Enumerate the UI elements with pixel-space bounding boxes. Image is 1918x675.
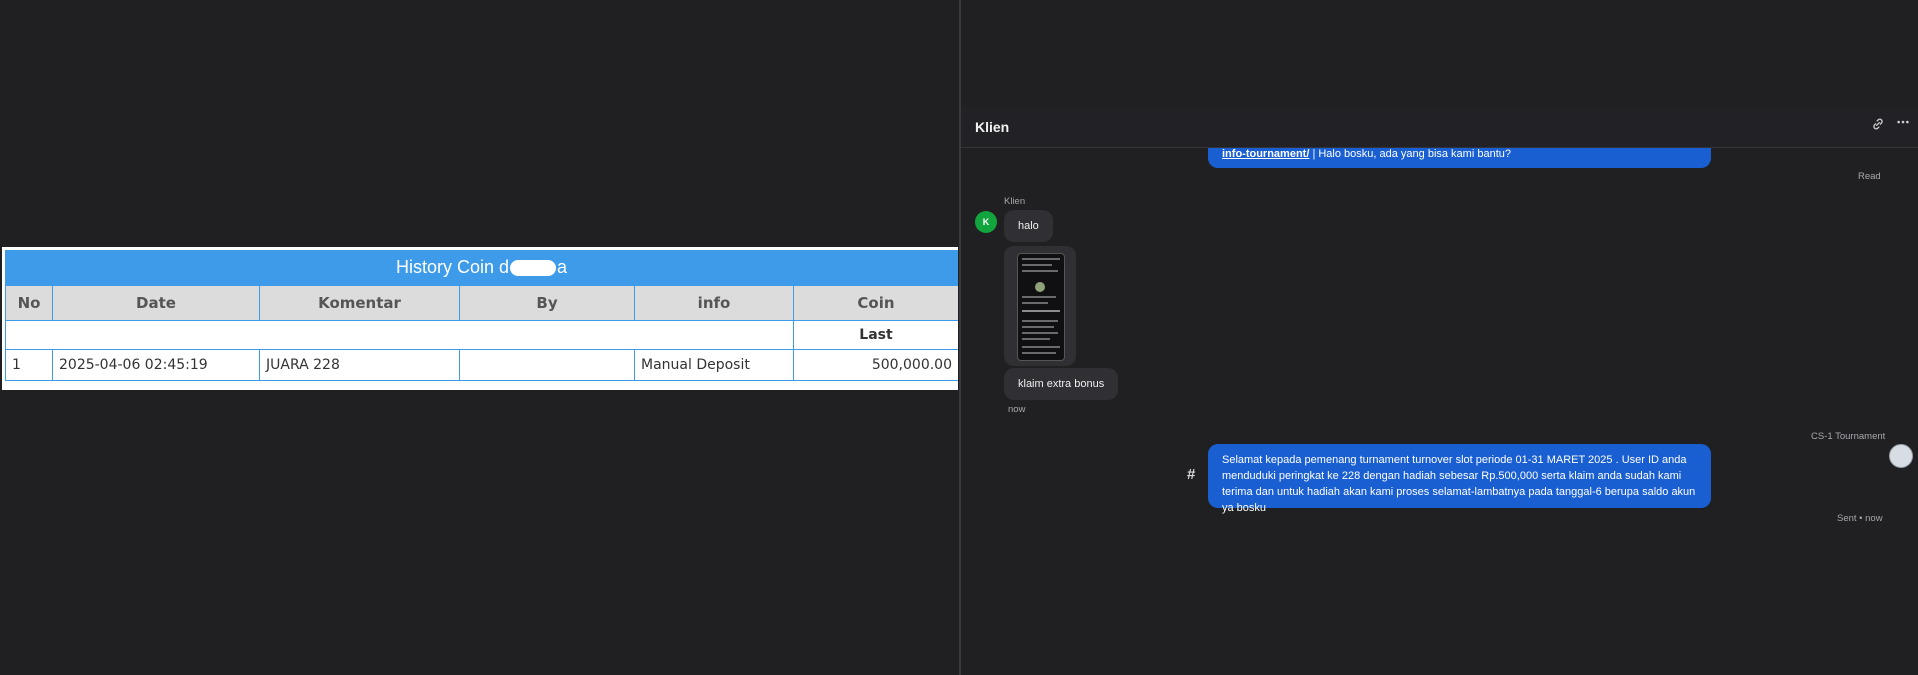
- history-title-suffix: a: [557, 257, 568, 277]
- col-coin[interactable]: Coin: [793, 285, 958, 321]
- message-time: now: [1008, 404, 1026, 415]
- chat-title: Klien: [975, 119, 1010, 135]
- message-status: Read: [1858, 171, 1881, 182]
- message-status: Sent • now: [1837, 513, 1883, 524]
- message-in-klaim: klaim extra bonus: [1004, 368, 1119, 400]
- cell-coin: 500,000.00: [793, 349, 958, 381]
- avatar-letter: K: [982, 217, 990, 227]
- message-text: klaim extra bonus: [1018, 378, 1105, 390]
- subheader-last: Last: [793, 320, 958, 350]
- chat-pane: Klien info-tournament/ | Halo bosku, ada…: [961, 0, 1918, 675]
- history-coin-panel: History Coin d a No Date Komentar By info…: [2, 247, 958, 390]
- avatar: K: [975, 211, 997, 233]
- message-in-halo: halo: [1004, 210, 1053, 242]
- cell-komentar: JUARA 228: [259, 349, 460, 381]
- history-title: History Coin d a: [5, 250, 958, 285]
- col-info[interactable]: info: [634, 285, 794, 321]
- history-title-prefix: History Coin d: [395, 257, 510, 277]
- cell-by: [459, 349, 635, 381]
- history-pane: History Coin d a No Date Komentar By info…: [0, 0, 959, 675]
- chat-top-area: [961, 0, 1918, 108]
- table-subheader-row: Last: [5, 320, 958, 350]
- cell-info: Manual Deposit: [634, 349, 794, 381]
- chat-messages[interactable]: info-tournament/ | Halo bosku, ada yang …: [961, 148, 1918, 675]
- cell-date: 2025-04-06 02:45:19: [52, 349, 260, 381]
- message-text: Selamat kepada pemenang turnament turnov…: [1222, 454, 1696, 514]
- link-icon[interactable]: [1871, 117, 1885, 135]
- sender-name: Klien: [1004, 196, 1026, 207]
- history-table: No Date Komentar By info Coin Last 1 202…: [5, 285, 958, 381]
- avatar: [1889, 444, 1913, 468]
- chat-header: Klien: [961, 107, 1918, 148]
- message-text: | Halo bosku, ada yang bisa kami bantu?: [1309, 148, 1511, 160]
- table-header-row: No Date Komentar By info Coin: [5, 285, 958, 321]
- tournament-link[interactable]: info-tournament/: [1222, 148, 1309, 160]
- cell-no: 1: [5, 349, 53, 381]
- sender-name: CS-1 Tournament: [1811, 431, 1886, 442]
- redaction-mark: [510, 259, 557, 276]
- image-attachment[interactable]: [1004, 246, 1076, 366]
- hash-icon[interactable]: #: [1187, 466, 1195, 483]
- col-date[interactable]: Date: [52, 285, 260, 321]
- message-out-selamat: Selamat kepada pemenang turnament turnov…: [1208, 444, 1711, 514]
- subheader-empty: [5, 320, 794, 350]
- col-komentar[interactable]: Komentar: [259, 285, 460, 321]
- col-no[interactable]: No: [5, 285, 53, 321]
- message-out-previous: info-tournament/ | Halo bosku, ada yang …: [1208, 148, 1711, 168]
- screenshot-thumbnail: [1017, 253, 1065, 361]
- more-icon[interactable]: [1896, 115, 1910, 133]
- col-by[interactable]: By: [459, 285, 635, 321]
- message-text: halo: [1018, 220, 1039, 232]
- table-row: 1 2025-04-06 02:45:19 JUARA 228 Manual D…: [5, 349, 958, 381]
